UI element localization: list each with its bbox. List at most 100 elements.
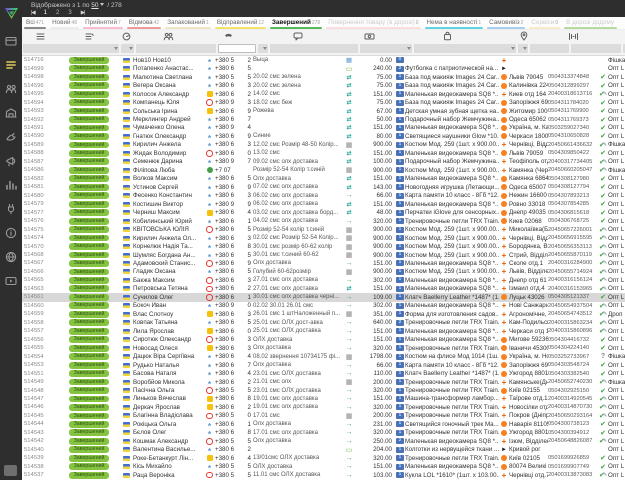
table-row[interactable]: 514546ЗавершенийДеркач Ярослав+380 6219.… (22, 403, 625, 411)
product-name[interactable]: Футболка с патриотической на... (405, 64, 499, 72)
product-name[interactable]: Клатч Baellerry Leather *1487* (1... (405, 293, 499, 301)
customer-name[interactable]: Черниш Максим (133, 208, 204, 216)
status-badge[interactable]: Завершений (58, 141, 120, 149)
delivery-city[interactable]: Київ 02105 (509, 454, 548, 462)
status-badge[interactable]: Завершений (58, 310, 120, 318)
product-name[interactable]: Карта памяти 10 класс - 8Гб *12... (405, 361, 499, 369)
tracking-number[interactable]: 20450660205047 (548, 166, 598, 174)
order-comment[interactable] (253, 115, 343, 123)
delivery-city[interactable]: Черкаси отд 16 (509, 327, 548, 335)
delivery-city[interactable]: Ужгород 88015 (509, 369, 548, 377)
tracking-number[interactable]: 0504311769900 (548, 107, 598, 115)
product-name[interactable]: Костюм Мод. 259 (1шт. х 900.00... (405, 141, 499, 149)
table-row[interactable]: 514593ЗавершенийСольська Ірина+380 69Рож… (22, 107, 625, 115)
table-row[interactable]: 514551ЗавершенийБасова Наталя*+380 6423.… (22, 369, 625, 377)
delivery-city[interactable]: Агрономічне, Ві... (509, 310, 548, 318)
delivery-city[interactable]: Ізмаил отд.4 (509, 285, 548, 293)
order-comment[interactable]: 02.02 30.01 26.01 смс (253, 302, 343, 310)
customer-name[interactable]: Воробйов Микола (133, 378, 204, 386)
table-row[interactable]: 514558ЗавершенийКовпак Татьяна*+380 6525… (22, 319, 625, 327)
order-comment[interactable]: 13.02 смс (253, 149, 343, 157)
customer-name[interactable]: Ковпак Татьяна (133, 319, 204, 327)
tracking-number[interactable]: 0504300394912 (548, 429, 598, 437)
phone-number[interactable]: +380 6 (215, 217, 241, 225)
phone-number[interactable]: +380 9 (215, 98, 241, 106)
table-row[interactable]: 514598ЗавершенийМалютина Светлана*+380 5… (22, 73, 625, 81)
order-comment[interactable]: 21.01 смс олх (253, 378, 343, 386)
table-row[interactable]: 514549ЗавершенийВоробйов Микола*+380 622… (22, 378, 625, 386)
delivery-city[interactable] (509, 56, 548, 64)
customer-name[interactable]: Петровська Тетяна (133, 285, 204, 293)
products-icon[interactable] (0, 128, 22, 146)
product-name[interactable]: Тренировочные петли TRX Train... (405, 429, 499, 437)
delivery-city[interactable]: Камянське(Дні... (509, 378, 548, 386)
table-row[interactable]: 514567ЗавершенийАдамовский Станис...+380… (22, 259, 625, 267)
delivery-city[interactable]: Житомир 10004 (509, 107, 548, 115)
customer-name[interactable]: Волков Максим (133, 175, 204, 183)
status-badge[interactable]: Завершений (58, 412, 120, 420)
tracking-number[interactable]: 20400313873083 (548, 471, 598, 479)
table-row[interactable]: 514576ЗавершенийКобилинський Юрий*+380 6… (22, 217, 625, 225)
tracking-number[interactable]: 20450656353113 (548, 242, 598, 250)
col-header-contact[interactable] (133, 32, 204, 41)
delivery-city[interactable]: Киев 02068 (509, 217, 548, 225)
col-header-status[interactable] (58, 32, 120, 41)
order-comment[interactable] (253, 64, 343, 72)
status-badge[interactable]: Завершений (58, 259, 120, 267)
product-name[interactable]: Тренировочные петли TRX Train... (405, 386, 499, 394)
col-header-comment[interactable] (253, 32, 343, 41)
table-row[interactable]: 514554ЗавершенийДацюк Віра Сергіївна*+38… (22, 352, 625, 360)
dashboard-icon[interactable] (0, 32, 22, 50)
product-name[interactable]: Маленькая видеокамера SQ8 *... (405, 463, 499, 471)
tab-5[interactable]: Відправлений12 (213, 17, 268, 29)
tracking-number[interactable]: 0503252733967 (548, 352, 598, 360)
delivery-city[interactable]: Кривой рог (509, 446, 548, 454)
tab-0[interactable]: Всі471 (22, 17, 48, 29)
phone-number[interactable]: +380 6 (215, 327, 241, 335)
delivery-city[interactable]: Україна, м. Но... (509, 352, 548, 360)
phone-number[interactable]: +380 6 (215, 175, 241, 183)
phone-number[interactable]: +380 6 (215, 319, 241, 327)
phone-number[interactable]: +380 9 (215, 302, 241, 310)
customer-name[interactable]: Жидак Володимир (133, 149, 204, 157)
delivery-city[interactable]: Ужгород 88017 (509, 429, 548, 437)
delivery-city[interactable]: Запоріжжя 690... (509, 361, 548, 369)
product-name[interactable]: Форма для изготовления садов... (405, 310, 499, 318)
customer-name[interactable]: Рудько Наталья (133, 361, 204, 369)
table-row[interactable]: 514563ЗавершенийПетровська Тетяна+380 62… (22, 285, 625, 293)
tracking-number[interactable]: 0504306815618 (548, 208, 598, 216)
phone-number[interactable]: +380 6 (215, 183, 241, 191)
customer-name[interactable]: Бєлов Олег (133, 429, 204, 437)
status-badge[interactable]: Завершений (58, 225, 120, 233)
customer-name[interactable]: Малютина Светлана (133, 73, 204, 81)
delivery-city[interactable]: Ровно 33018 (509, 200, 548, 208)
status-badge[interactable]: Завершений (58, 395, 120, 403)
call-filter-select[interactable] (121, 44, 134, 53)
delivery-city[interactable]: Днепр 49035 (509, 208, 548, 216)
table-row[interactable]: 514559ЗавершенийВлас Слотноу+380 6326.01… (22, 310, 625, 318)
product-name[interactable]: Маленькая видеокамера SQ8 *... (405, 149, 499, 157)
tracking-number[interactable]: 20400317734405 (548, 158, 598, 166)
order-comment[interactable]: 30.01 смс олх доставка черні... (253, 293, 343, 301)
table-row[interactable]: 514596ЗавершенийВегера Оксана*+380 6320.… (22, 81, 625, 89)
phone-number[interactable]: +380 6 (215, 225, 241, 233)
phone-number[interactable]: +380 6 (215, 454, 241, 462)
customer-name[interactable]: Благінна Владіслава (133, 412, 204, 420)
tracking-number[interactable]: 20400315860896 (548, 327, 598, 335)
product-name[interactable]: Костюм Мод. 259 (1шт. х 900.00... (405, 225, 499, 233)
status-badge[interactable]: Завершений (58, 319, 120, 327)
phone-number[interactable]: +380 6 (215, 403, 241, 411)
status-badge[interactable]: Завершений (58, 208, 120, 216)
table-row[interactable]: 514539ЗавершенийРоке-Бетанкурт Лін...+38… (22, 454, 625, 462)
status-badge[interactable]: Завершений (58, 344, 120, 352)
tracking-number[interactable]: 0504304224140 (548, 344, 598, 352)
table-row[interactable]: 514544ЗавершенийРокіцька Ольга*+380 61Ол… (22, 420, 625, 428)
delivery-city[interactable]: Мигове 59236 (509, 335, 548, 343)
tab-11[interactable]: В дорозі додому (562, 17, 619, 29)
order-comment[interactable]: 30.01 смс розмір 60-62 колір (253, 242, 343, 250)
status-badge[interactable]: Завершений (58, 251, 120, 259)
phone-number[interactable]: +380 6 (215, 251, 241, 259)
product-name[interactable]: Костюм Мод. 259 (1шт. х 900.00... (405, 251, 499, 259)
city-filter-select[interactable] (530, 44, 569, 53)
table-row[interactable]: 514575ЗавершенийКВІТОВСЬКА ЮЛІЯ+380 65Ро… (22, 225, 625, 233)
